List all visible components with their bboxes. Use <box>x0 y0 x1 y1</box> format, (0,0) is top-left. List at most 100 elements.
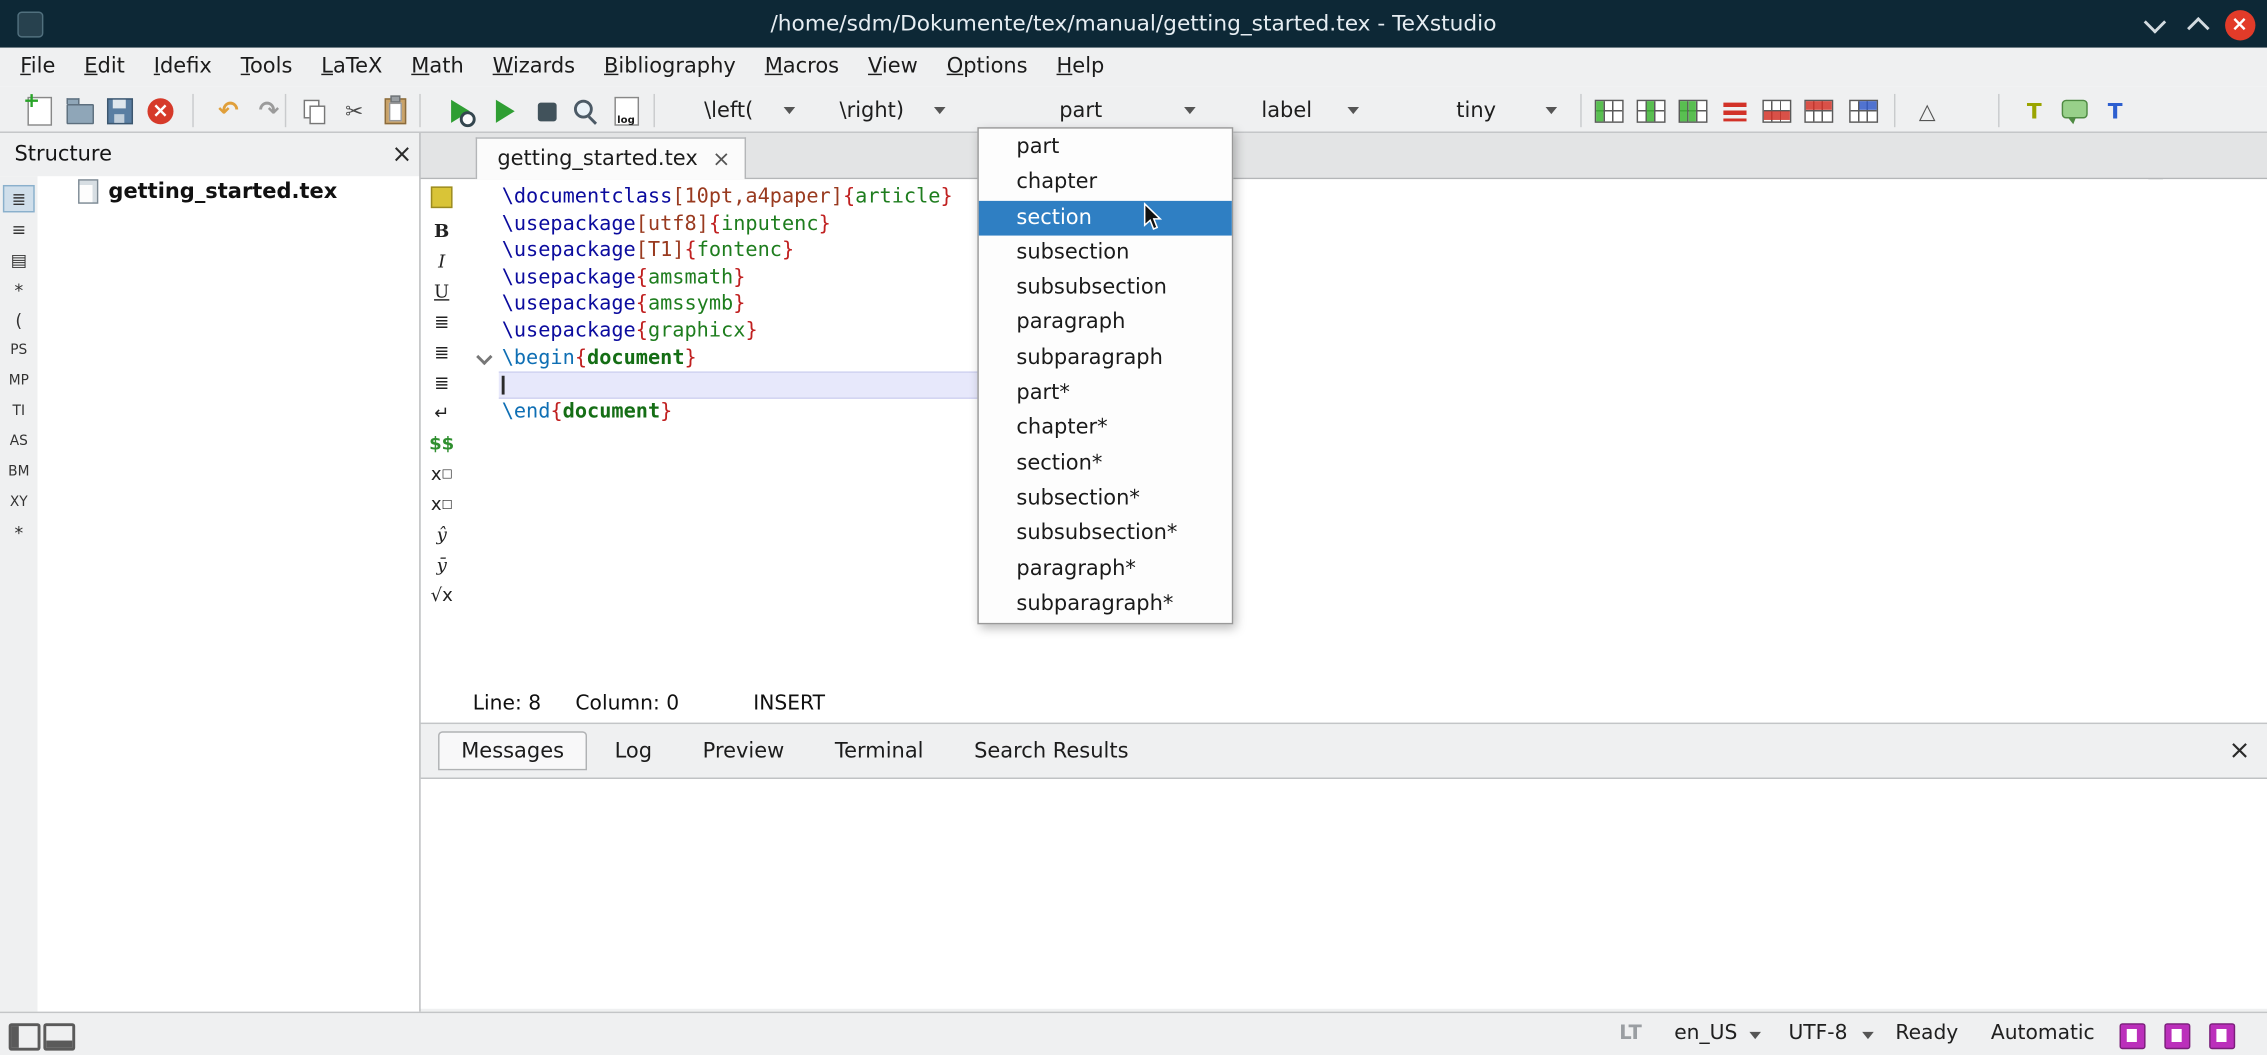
menu-item-edit[interactable]: Edit <box>70 48 140 87</box>
dropdown-item-part-star[interactable]: part* <box>979 376 1232 411</box>
marker-icon-1[interactable] <box>2120 1023 2146 1049</box>
save-button[interactable] <box>101 92 139 130</box>
code-line-2[interactable]: \usepackage[utf8]{inputenc} <box>502 210 831 237</box>
messages-content[interactable] <box>421 778 2267 1009</box>
code-line-7[interactable]: \begin{document} <box>502 345 697 372</box>
menu-item-macros[interactable]: Macros <box>750 48 853 87</box>
dropdown-item-subsection-star[interactable]: subsection* <box>979 481 1232 516</box>
bottom-tab-messages[interactable]: Messages <box>438 731 587 770</box>
delimiters-tab[interactable]: ( <box>3 306 35 333</box>
pstricks-tab[interactable]: PS <box>3 337 35 364</box>
titlebar[interactable]: /home/sdm/Dokumente/tex/manual/getting_s… <box>0 0 2267 48</box>
structure-tab[interactable]: ≣ <box>3 185 35 212</box>
right-delimiter-combo[interactable]: \right) <box>810 91 957 130</box>
structure-panel-close-button[interactable]: × <box>385 136 420 174</box>
menu-item-latex[interactable]: LaTeX <box>307 48 397 87</box>
marker-icon-3[interactable] <box>2209 1023 2235 1049</box>
merge-cells-button[interactable] <box>1845 92 1883 130</box>
languagetool-badge[interactable]: LT <box>1619 1013 1642 1056</box>
dropdown-item-subsection[interactable]: subsection <box>979 235 1232 270</box>
dropdown-item-paragraph[interactable]: paragraph <box>979 306 1232 341</box>
sectioning-combo[interactable]: part <box>977 91 1207 130</box>
toggle-messages-panel-icon[interactable] <box>43 1023 75 1050</box>
underline-button[interactable]: U <box>425 276 458 305</box>
view-log-button[interactable] <box>567 92 605 130</box>
inline-math-button[interactable]: $$ <box>425 428 458 457</box>
dropdown-item-part[interactable]: part <box>979 130 1232 165</box>
hat-button[interactable]: ŷ <box>425 519 458 548</box>
dropdown-item-section[interactable]: section <box>979 200 1232 235</box>
dropdown-item-section-star[interactable]: section* <box>979 446 1232 481</box>
remove-row-button[interactable] <box>1800 92 1838 130</box>
bar-button[interactable]: ȳ <box>425 549 458 578</box>
operators-tab[interactable]: * <box>3 276 35 303</box>
asymptote-tab[interactable]: AS <box>3 428 35 455</box>
menu-item-wizards[interactable]: Wizards <box>478 48 589 87</box>
code-area[interactable]: \documentclass[10pt,a4paper]{article}\us… <box>463 184 2267 473</box>
italic-button[interactable]: I <box>425 246 458 275</box>
paste-button[interactable] <box>376 92 414 130</box>
align-left-button[interactable]: ≣ <box>425 306 458 335</box>
copy-button[interactable] <box>295 92 333 130</box>
undo-button[interactable] <box>210 92 248 130</box>
cut-button[interactable] <box>335 92 373 130</box>
add-row-button[interactable] <box>1758 92 1796 130</box>
code-line-3[interactable]: \usepackage[T1]{fontenc} <box>502 237 795 264</box>
font-size-combo[interactable]: tiny <box>1407 91 1569 130</box>
dropdown-item-chapter-star[interactable]: chapter* <box>979 411 1232 446</box>
menu-item-view[interactable]: View <box>854 48 933 87</box>
dropdown-item-subsubsection[interactable]: subsubsection <box>979 271 1232 306</box>
remove-column-button[interactable] <box>1674 92 1712 130</box>
bottom-tab-terminal[interactable]: Terminal <box>812 731 947 770</box>
bold-button[interactable]: B <box>425 215 458 244</box>
subscript-button[interactable]: x□ <box>425 458 458 487</box>
line-ending-selector[interactable]: Automatic <box>1991 1013 2095 1056</box>
dropdown-item-subparagraph[interactable]: subparagraph <box>979 341 1232 376</box>
highlight-text-button[interactable] <box>2015 92 2053 130</box>
compile-button[interactable] <box>486 92 524 130</box>
comment-button[interactable] <box>2056 92 2094 130</box>
encoding-selector[interactable]: UTF-8 <box>1788 1013 1847 1056</box>
metapost-tab[interactable]: MP <box>3 367 35 394</box>
superscript-button[interactable]: x□ <box>425 488 458 517</box>
minimize-button[interactable] <box>2137 7 2172 42</box>
bookmarks-tab[interactable]: ≡ <box>3 215 35 242</box>
menu-item-options[interactable]: Options <box>932 48 1042 87</box>
dropdown-item-subparagraph-star[interactable]: subparagraph* <box>979 587 1232 622</box>
code-line-6[interactable]: \usepackage{graphicx} <box>502 318 758 345</box>
left-delimiter-combo[interactable]: \left( <box>674 91 807 130</box>
insert-table-button[interactable] <box>1590 92 1628 130</box>
code-line-1[interactable]: \documentclass[10pt,a4paper]{article} <box>502 184 953 211</box>
code-line-8[interactable] <box>499 372 985 399</box>
structure-tree-item[interactable]: getting_started.tex <box>78 179 337 204</box>
spell-language-selector[interactable]: en_US <box>1674 1013 1737 1056</box>
bottom-tab-preview[interactable]: Preview <box>680 731 808 770</box>
redo-button[interactable] <box>250 92 288 130</box>
dropdown-item-subsubsection-star[interactable]: subsubsection* <box>979 516 1232 551</box>
yellow-marker-icon[interactable] <box>431 186 453 208</box>
close-document-button[interactable]: × <box>142 92 180 130</box>
toggle-structure-panel-icon[interactable] <box>9 1023 41 1050</box>
align-center-button[interactable]: ≣ <box>425 337 458 366</box>
menu-item-help[interactable]: Help <box>1042 48 1119 87</box>
new-document-button[interactable]: + <box>20 92 58 130</box>
dropdown-item-chapter[interactable]: chapter <box>979 165 1232 200</box>
bottom-tab-log[interactable]: Log <box>591 731 675 770</box>
open-button[interactable] <box>61 92 99 130</box>
stop-button[interactable] <box>528 92 566 130</box>
add-column-button[interactable] <box>1632 92 1670 130</box>
beamer-tab[interactable]: BM <box>3 458 35 485</box>
close-window-button[interactable]: × <box>2222 7 2257 42</box>
code-line-9[interactable]: \end{document} <box>502 399 673 426</box>
align-right-button[interactable]: ≣ <box>425 367 458 396</box>
sqrt-button[interactable]: √x <box>425 580 458 609</box>
build-and-view-button[interactable] <box>441 92 479 130</box>
misc-symbols-tab[interactable]: * <box>3 519 35 546</box>
text-color-button[interactable] <box>2096 92 2134 130</box>
code-line-5[interactable]: \usepackage{amssymb} <box>502 291 746 318</box>
bottom-panel-close-button[interactable]: × <box>2225 733 2254 768</box>
marker-icon-2[interactable] <box>2164 1023 2190 1049</box>
bottom-tab-search-results[interactable]: Search Results <box>951 731 1152 770</box>
maximize-button[interactable] <box>2180 7 2215 42</box>
tab-close-icon[interactable]: × <box>712 148 730 170</box>
